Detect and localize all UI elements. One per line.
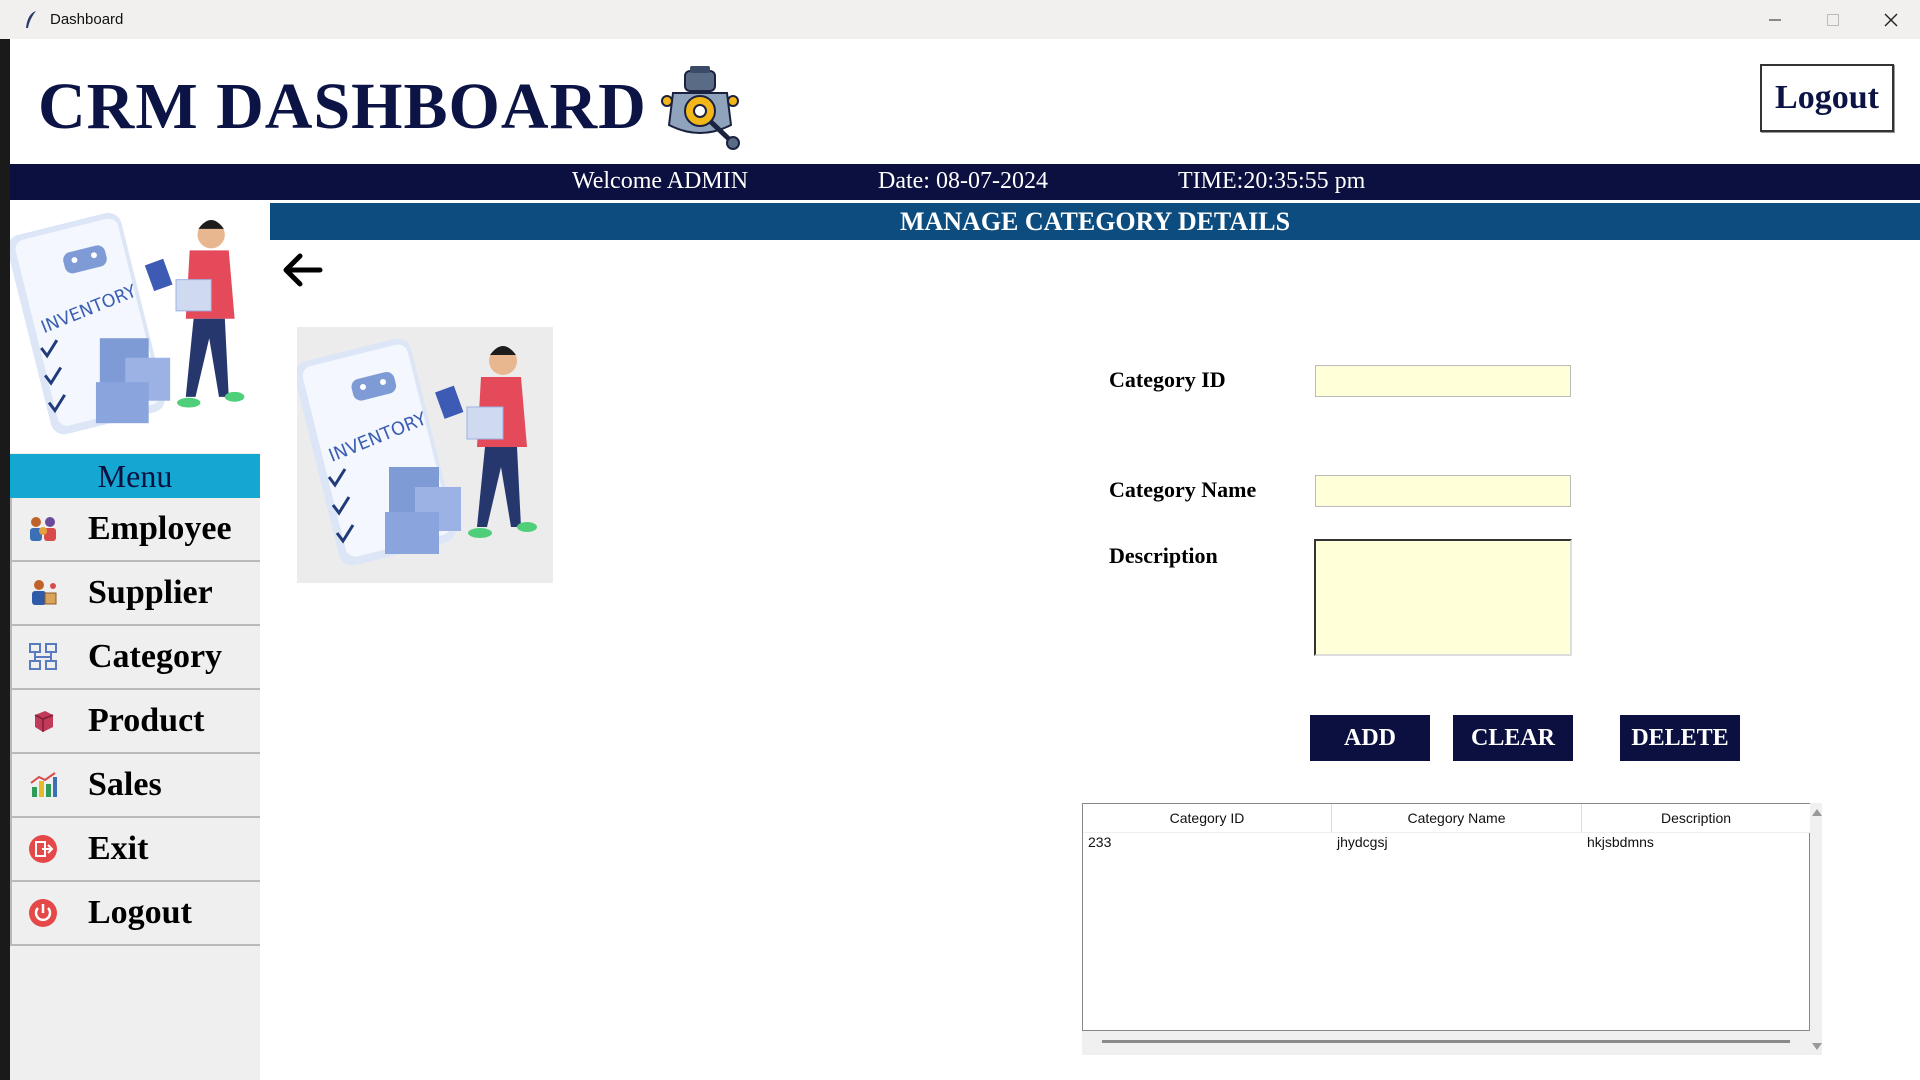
category-id-label: Category ID bbox=[1109, 367, 1226, 392]
description-textarea[interactable] bbox=[1314, 539, 1572, 656]
date-text: Date: 08-07-2024 bbox=[878, 168, 1048, 194]
feather-icon bbox=[20, 9, 42, 31]
info-bar: Welcome ADMIN Date: 08-07-2024 TIME:20:3… bbox=[10, 164, 1920, 200]
section-title: MANAGE CATEGORY DETAILS bbox=[270, 203, 1920, 240]
horizontal-scroll-thumb[interactable] bbox=[1102, 1040, 1790, 1043]
table-body: Category ID Category Name Description 23… bbox=[1082, 803, 1810, 1031]
category-table: Category ID Category Name Description 23… bbox=[1082, 803, 1822, 1055]
sidebar-item-label: Exit bbox=[88, 830, 149, 867]
cell-category-name: jhydcgsj bbox=[1337, 834, 1388, 850]
minimize-button[interactable] bbox=[1746, 0, 1804, 39]
gear-logo-icon bbox=[655, 63, 745, 153]
sidebar-item-supplier[interactable]: Supplier bbox=[10, 562, 262, 626]
app-title: CRM DASHBOARD bbox=[38, 70, 647, 143]
sidebar-item-label: Employee bbox=[88, 510, 232, 547]
sidebar-item-employee[interactable]: Employee bbox=[10, 498, 262, 562]
cell-description: hkjsbdmns bbox=[1587, 834, 1654, 850]
sidebar-item-label: Supplier bbox=[88, 574, 213, 611]
delete-button[interactable]: DELETE bbox=[1620, 715, 1740, 761]
minimize-icon bbox=[1769, 19, 1781, 20]
sidebar-item-exit[interactable]: Exit bbox=[10, 818, 262, 882]
header-logout-button[interactable]: Logout bbox=[1760, 64, 1894, 132]
close-window-button[interactable] bbox=[1862, 0, 1920, 39]
sidebar-item-category[interactable]: Category bbox=[10, 626, 262, 690]
sidebar-item-sales[interactable]: Sales bbox=[10, 754, 262, 818]
employee-icon bbox=[26, 512, 60, 546]
sidebar-item-label: Category bbox=[88, 638, 223, 675]
window-titlebar: Dashboard bbox=[0, 0, 1920, 39]
maximize-icon bbox=[1827, 13, 1839, 26]
column-header-category-id[interactable]: Category ID bbox=[1083, 804, 1332, 833]
vertical-scrollbar[interactable] bbox=[1810, 803, 1822, 1050]
app-window: CRM DASHBOARD Logout Welcome ADMIN Date:… bbox=[7, 39, 1920, 1080]
power-icon bbox=[26, 896, 60, 930]
exit-icon bbox=[26, 832, 60, 866]
time-text: TIME:20:35:55 pm bbox=[1178, 168, 1366, 194]
column-header-category-name[interactable]: Category Name bbox=[1332, 804, 1582, 833]
column-header-description[interactable]: Description bbox=[1582, 804, 1810, 833]
back-button[interactable] bbox=[278, 248, 328, 292]
sidebar-item-label: Sales bbox=[88, 766, 162, 803]
sidebar-item-logout[interactable]: Logout bbox=[10, 882, 262, 946]
window-title: Dashboard bbox=[50, 11, 124, 28]
maximize-button[interactable] bbox=[1804, 0, 1862, 39]
sales-icon bbox=[26, 768, 60, 802]
sidebar-item-label: Product bbox=[88, 702, 205, 739]
product-icon bbox=[26, 704, 60, 738]
sidebar-item-label: Logout bbox=[88, 894, 192, 931]
menu-heading: Menu bbox=[10, 454, 260, 498]
arrow-left-icon bbox=[283, 253, 323, 287]
welcome-text: Welcome ADMIN bbox=[572, 168, 749, 194]
inventory-illustration: INVENTORY bbox=[294, 327, 553, 583]
close-icon bbox=[1884, 13, 1898, 26]
sidebar-item-product[interactable]: Product bbox=[10, 690, 262, 754]
add-button[interactable]: ADD bbox=[1310, 715, 1430, 761]
category-icon bbox=[26, 640, 60, 674]
horizontal-scrollbar[interactable] bbox=[1082, 1031, 1810, 1051]
description-label: Description bbox=[1109, 543, 1218, 568]
clear-button[interactable]: CLEAR bbox=[1453, 715, 1573, 761]
app-header: CRM DASHBOARD Logout bbox=[10, 39, 1920, 164]
supplier-icon bbox=[26, 576, 60, 610]
sidebar: INVENTORY Menu Employee Supplier Categor… bbox=[7, 200, 262, 1080]
category-id-input[interactable] bbox=[1315, 365, 1571, 397]
scroll-up-icon[interactable] bbox=[1812, 809, 1822, 816]
category-name-input[interactable] bbox=[1315, 475, 1571, 507]
category-name-label: Category Name bbox=[1109, 477, 1257, 502]
cell-category-id: 233 bbox=[1088, 834, 1112, 850]
inventory-illustration: INVENTORY bbox=[7, 200, 260, 453]
scroll-down-icon[interactable] bbox=[1812, 1043, 1822, 1050]
main-panel: MANAGE CATEGORY DETAILS INVENTORY Catego… bbox=[260, 200, 1920, 1080]
